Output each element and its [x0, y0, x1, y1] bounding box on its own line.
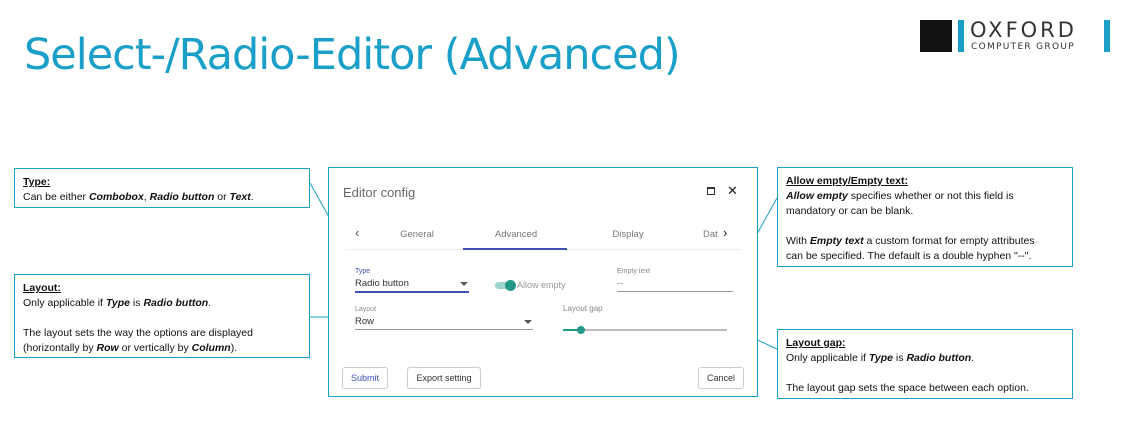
callout-allow-empty-line1: Allow empty specifies whether or not thi… [786, 190, 1014, 202]
empty-text-field-label: Empty text [617, 268, 651, 275]
layout-gap-slider-track[interactable] [563, 329, 727, 331]
chevron-right-icon[interactable]: › [723, 226, 727, 240]
slide-title: Select-/Radio-Editor (Advanced) [24, 30, 681, 80]
callout-type: Type: Can be either Combobox, Radio butt… [14, 168, 310, 208]
logo-bar-left [958, 20, 964, 52]
callout-layout-title: Layout: [23, 282, 61, 294]
tab-display[interactable]: Display [601, 229, 655, 240]
cancel-button[interactable]: Cancel [698, 367, 744, 389]
callout-layout-line2: The layout sets the way the options are … [23, 327, 253, 339]
tab-advanced[interactable]: Advanced [484, 229, 548, 240]
empty-text-input[interactable]: -- [617, 278, 623, 289]
oxford-logo: OXFORD COMPUTER GROUP [920, 18, 1115, 54]
callout-layout-gap-line1: Only applicable if Type is Radio button. [786, 352, 975, 364]
logo-bar-right [1104, 20, 1110, 52]
callout-allow-empty-title: Allow empty/Empty text: [786, 175, 908, 187]
editor-config-dialog: Editor config ✕ ‹ General Advanced Displ… [328, 167, 758, 397]
callout-layout-line3: (horizontally by Row or vertically by Co… [23, 342, 238, 354]
tab-general[interactable]: General [387, 229, 447, 240]
logo-square [920, 20, 952, 52]
maximize-icon[interactable] [707, 187, 715, 195]
type-select[interactable]: Radio button [355, 278, 409, 289]
callout-type-text: Can be either Combobox, Radio button or … [23, 191, 254, 203]
close-icon[interactable]: ✕ [727, 183, 738, 198]
caret-down-icon[interactable] [460, 282, 468, 286]
layout-select-underline [355, 329, 533, 330]
empty-text-underline [617, 291, 733, 292]
active-tab-indicator [463, 248, 567, 250]
allow-empty-toggle[interactable] [505, 280, 516, 291]
logo-subtitle: COMPUTER GROUP [971, 42, 1075, 52]
tab-data[interactable]: Dat [703, 229, 719, 240]
callout-layout: Layout: Only applicable if Type is Radio… [14, 274, 310, 358]
chevron-left-icon[interactable]: ‹ [355, 226, 359, 240]
type-field-label: Type [355, 268, 371, 275]
layout-select[interactable]: Row [355, 316, 374, 327]
submit-button[interactable]: Submit [342, 367, 388, 389]
dialog-title: Editor config [343, 185, 416, 200]
layout-gap-slider-thumb[interactable] [577, 326, 585, 334]
callout-type-title: Type: [23, 176, 51, 188]
callout-allow-empty: Allow empty/Empty text: Allow empty spec… [777, 167, 1073, 267]
type-select-underline [355, 291, 469, 293]
callout-layout-gap: Layout gap: Only applicable if Type is R… [777, 329, 1073, 399]
export-setting-button[interactable]: Export setting [407, 367, 481, 389]
caret-down-icon[interactable] [524, 320, 532, 324]
logo-name: OXFORD [970, 18, 1077, 42]
layout-field-label: Layout [355, 306, 377, 313]
allow-empty-label: Allow empty [517, 280, 566, 290]
callout-layout-gap-title: Layout gap: [786, 337, 846, 349]
callout-allow-empty-line4: can be specified. The default is a doubl… [786, 250, 1032, 262]
callout-allow-empty-line2: mandatory or can be blank. [786, 205, 914, 217]
callout-layout-line1: Only applicable if Type is Radio button. [23, 297, 212, 309]
callout-layout-gap-line2: The layout gap sets the space between ea… [786, 382, 1029, 394]
layout-gap-label: Layout gap [563, 304, 603, 313]
callout-allow-empty-line3: With Empty text a custom format for empt… [786, 235, 1035, 247]
tab-bar: ‹ General Advanced Display Dat › [345, 218, 741, 250]
